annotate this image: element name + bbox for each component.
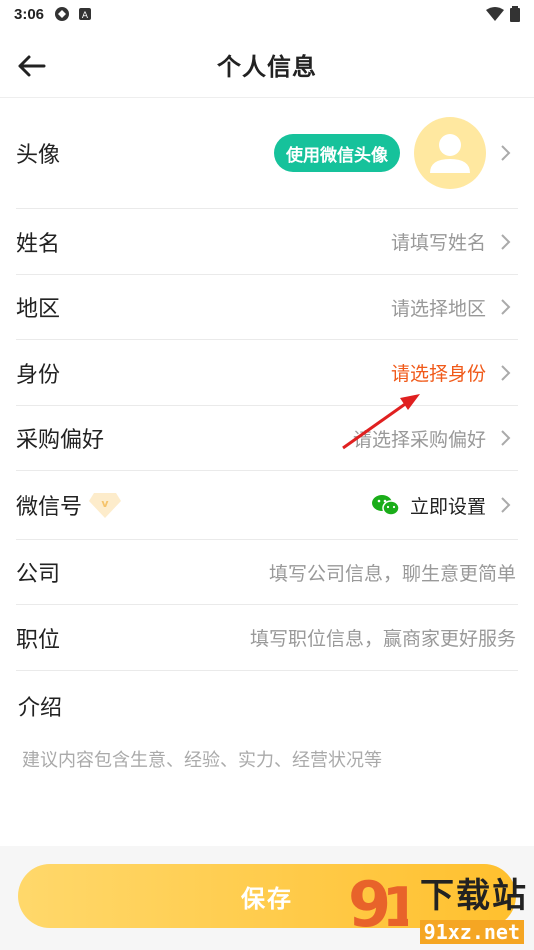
region-row[interactable]: 地区 请选择地区 xyxy=(16,275,518,340)
chevron-right-icon xyxy=(501,430,511,446)
company-input[interactable]: 填写公司信息，聊生意更简单 xyxy=(269,559,516,586)
watermark-url: 91xz.net xyxy=(419,920,524,944)
identity-value: 请选择身份 xyxy=(390,363,486,385)
identity-row[interactable]: 身份 请选择身份 xyxy=(16,340,518,406)
region-value: 请选择地区 xyxy=(390,297,486,320)
chevron-right-icon xyxy=(501,233,511,250)
svg-text:A: A xyxy=(82,11,89,21)
vip-diamond-icon: v xyxy=(89,493,122,518)
purchase-preference-label: 采购偏好 xyxy=(16,428,105,453)
chevron-right-icon xyxy=(501,299,511,315)
chevron-right-icon xyxy=(501,497,511,513)
status-bar: 3:06 A xyxy=(0,0,534,28)
intro-textarea[interactable]: 建议内容包含生意、经验、实力、经营状况等 xyxy=(22,746,382,772)
watermark-text: 下载站 xyxy=(420,876,528,916)
use-wechat-avatar-button[interactable]: 使用微信头像 xyxy=(274,134,400,172)
wechat-row[interactable]: 微信号 v 立即设置 xyxy=(16,471,518,540)
battery-icon xyxy=(510,6,520,22)
wechat-icon xyxy=(371,495,400,516)
purchase-preference-row[interactable]: 采购偏好 请选择采购偏好 xyxy=(16,406,518,471)
company-label: 公司 xyxy=(16,562,61,587)
svg-text:v: v xyxy=(101,497,109,510)
identity-label: 身份 xyxy=(16,362,61,388)
purchase-preference-value: 请选择采购偏好 xyxy=(352,428,486,451)
status-time: 3:06 xyxy=(14,5,45,23)
page-header: 个人信息 xyxy=(0,32,534,98)
region-label: 地区 xyxy=(16,297,61,322)
intro-label: 介绍 xyxy=(18,696,63,721)
company-row[interactable]: 公司 填写公司信息，聊生意更简单 xyxy=(16,540,518,605)
avatar-label: 头像 xyxy=(16,143,61,168)
watermark: 9 1 下载站 91xz.net xyxy=(348,864,528,944)
app-notification-icon: A xyxy=(79,8,92,21)
position-label: 职位 xyxy=(16,627,61,653)
watermark-logo-icon: 9 1 xyxy=(348,868,408,938)
name-label: 姓名 xyxy=(16,231,61,257)
user-avatar-icon xyxy=(430,134,470,173)
svg-text:1: 1 xyxy=(382,876,408,938)
name-row[interactable]: 姓名 请填写姓名 xyxy=(16,209,518,275)
wechat-value: 立即设置 xyxy=(409,495,486,518)
position-input[interactable]: 填写职位信息，赢商家更好服务 xyxy=(250,624,516,651)
avatar[interactable] xyxy=(414,117,486,189)
chevron-right-icon xyxy=(501,145,511,161)
wechat-label: 微信号 xyxy=(16,495,83,520)
avatar-row[interactable]: 头像 使用微信头像 xyxy=(16,98,518,209)
chevron-right-icon xyxy=(501,364,511,381)
page-title: 个人信息 xyxy=(217,53,317,81)
sync-icon xyxy=(55,7,70,21)
back-arrow-icon[interactable] xyxy=(14,49,48,83)
name-value: 请填写姓名 xyxy=(390,232,486,254)
wifi-icon xyxy=(486,7,504,21)
position-row[interactable]: 职位 填写职位信息，赢商家更好服务 xyxy=(16,605,518,671)
